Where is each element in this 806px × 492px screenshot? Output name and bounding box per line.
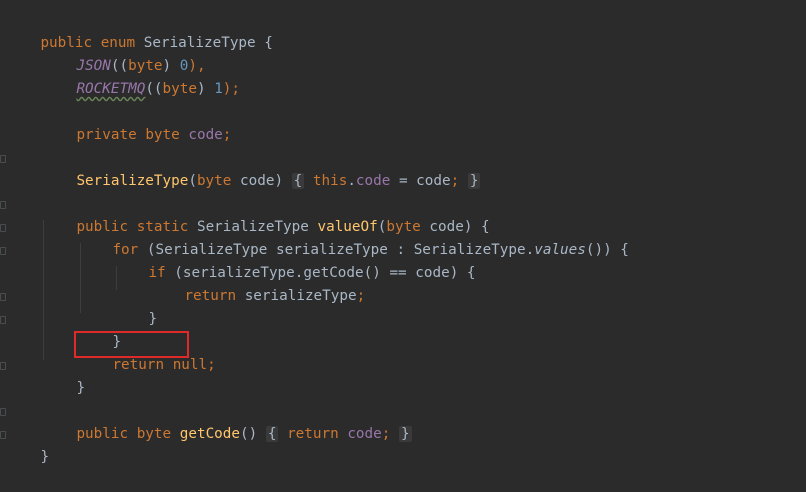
keyword: private	[76, 127, 137, 143]
assignment: = code	[390, 173, 451, 189]
folded-brace: }	[467, 173, 481, 189]
enum-constant: ROCKETMQ	[76, 81, 146, 97]
fold-marker-icon[interactable]	[0, 293, 6, 301]
keyword: byte	[162, 81, 197, 97]
code-line-7[interactable]: SerializeType(byte code) { this.code = c…	[42, 147, 481, 189]
code-line-13[interactable]: }	[114, 285, 157, 327]
punctuation: );	[222, 81, 241, 97]
keyword: byte	[196, 173, 232, 189]
keyword: null	[172, 357, 208, 373]
fold-marker-icon[interactable]	[0, 408, 6, 416]
code-line-9[interactable]: public static SerializeType valueOf(byte…	[42, 193, 489, 235]
code-line-14[interactable]: }	[78, 308, 121, 350]
fold-marker-icon[interactable]	[0, 316, 6, 324]
number-literal: 1	[214, 81, 223, 97]
brace: }	[40, 449, 50, 465]
field-name: code	[188, 127, 223, 143]
fold-marker-icon[interactable]	[0, 155, 6, 163]
keyword: return	[287, 426, 339, 442]
punctuation: .	[347, 173, 356, 189]
punctuation: ((	[145, 81, 163, 97]
keyword: byte	[145, 127, 180, 143]
field-name: code	[355, 173, 391, 189]
code-line-19[interactable]: }	[6, 423, 49, 465]
keyword: public	[76, 426, 129, 442]
code-line-2[interactable]: JSON((byte) 0),	[42, 32, 205, 74]
punctuation: (	[188, 173, 197, 189]
constructor-name: SerializeType	[76, 173, 189, 189]
code-text: ()) {	[585, 242, 629, 258]
field-name: code	[347, 426, 382, 442]
code-line-5[interactable]: private byte code;	[42, 101, 231, 143]
fold-marker-icon[interactable]	[0, 224, 6, 232]
folded-brace: {	[291, 173, 305, 189]
keyword: return	[112, 357, 165, 373]
punctuation: )	[196, 81, 206, 97]
folded-brace: }	[398, 426, 412, 442]
code-line-10[interactable]: for (SerializeType serializeType : Seria…	[78, 216, 628, 258]
punctuation: ;	[207, 357, 216, 373]
code-text: serializeType	[236, 288, 357, 304]
keyword: this	[312, 173, 348, 189]
punctuation: ;	[222, 127, 232, 143]
fold-marker-icon[interactable]	[0, 201, 6, 209]
code-line-18[interactable]: public byte getCode() { return code; }	[42, 400, 412, 442]
keyword: byte	[136, 426, 172, 442]
parameter: code	[240, 173, 275, 189]
folded-brace: {	[265, 426, 279, 442]
fold-marker-icon[interactable]	[0, 247, 6, 255]
annotation-highlight-box	[74, 331, 189, 358]
code-line-12[interactable]: return serializeType;	[150, 262, 365, 304]
punctuation: ;	[356, 288, 366, 304]
brace: {	[264, 35, 273, 51]
code-editor[interactable]: public enum SerializeType { JSON((byte) …	[0, 0, 806, 465]
code-line-3[interactable]: ROCKETMQ((byte) 1);	[42, 55, 240, 97]
punctuation: ()	[240, 426, 258, 442]
brace: }	[76, 380, 86, 396]
code-line-11[interactable]: if (serializeType.getCode() == code) {	[114, 239, 475, 281]
code-line-16[interactable]: }	[42, 354, 85, 396]
fold-marker-icon[interactable]	[0, 362, 6, 370]
method-name: getCode	[179, 426, 241, 442]
keyword: return	[184, 288, 237, 304]
static-method-call: values	[534, 242, 586, 258]
punctuation: ;	[381, 426, 391, 442]
punctuation: ;	[450, 173, 460, 189]
brace: }	[148, 311, 158, 327]
code-line-1[interactable]: public enum SerializeType {	[6, 9, 272, 51]
punctuation: )	[274, 173, 284, 189]
